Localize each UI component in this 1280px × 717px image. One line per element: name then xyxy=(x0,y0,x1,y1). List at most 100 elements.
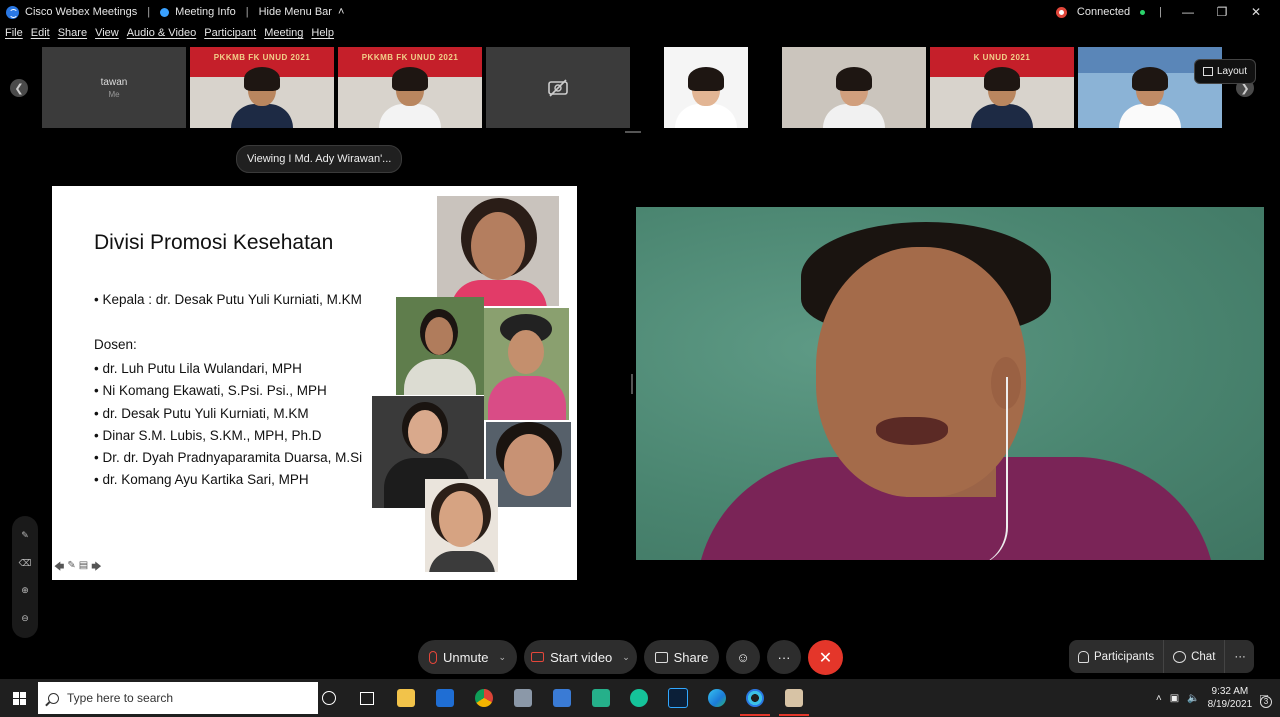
more-panels-button[interactable]: ··· xyxy=(1225,640,1255,673)
microphone-muted-icon xyxy=(428,650,437,664)
slide-lecturers-heading: Dosen: xyxy=(94,337,137,352)
windows-taskbar: Type here to search ˄ ▣ 🔈 9:32 AM 8/19/2… xyxy=(0,679,1280,717)
start-video-button[interactable]: Start video ⌄ xyxy=(524,640,637,674)
participant-figure xyxy=(379,67,441,128)
participant-video-tile[interactable]: PKKMB FK UNUD 2021 xyxy=(190,47,334,128)
earphone-cable xyxy=(936,377,1008,560)
taskbar-app-file-explorer[interactable] xyxy=(387,683,425,713)
task-view-icon xyxy=(360,691,374,705)
notifications-icon[interactable]: □3 xyxy=(1260,691,1272,708)
leave-meeting-button[interactable]: ✕ xyxy=(808,640,843,675)
annotate-icon[interactable]: ✎ xyxy=(21,530,29,541)
list-item: Ni Komang Ekawati, S.Psi. Psi., MPH xyxy=(94,380,362,402)
more-icon: ··· xyxy=(1234,650,1246,663)
taskbar-app-chrome[interactable] xyxy=(465,683,503,713)
lecturer-photo xyxy=(486,422,571,507)
lecturer-photo xyxy=(484,308,569,420)
reactions-button[interactable]: ☺ xyxy=(726,640,760,674)
participant-strip: tawan Me PKKMB FK UNUD 2021 PKKMB FK UNU… xyxy=(0,47,1280,129)
presentation-slide: Divisi Promosi Kesehatan • Kepala : dr. … xyxy=(52,186,577,580)
menu-help[interactable]: Help xyxy=(311,27,334,45)
menu-edit[interactable]: Edit xyxy=(31,27,50,45)
edge-icon xyxy=(708,689,726,707)
start-video-label: Start video xyxy=(550,649,613,665)
list-item: Dinar S.M. Lubis, S.KM., MPH, Ph.D xyxy=(94,425,362,447)
pane-resize-handle[interactable] xyxy=(631,374,633,394)
taskbar-app-grammarly[interactable] xyxy=(620,683,658,713)
task-view-button[interactable] xyxy=(348,683,386,713)
previous-slide-icon[interactable]: 🡄 xyxy=(54,560,64,577)
lecturer-photo xyxy=(437,196,559,306)
close-button[interactable]: ✕ xyxy=(1244,5,1268,19)
participant-video-tile[interactable] xyxy=(486,47,630,128)
taskbar-search-box[interactable]: Type here to search xyxy=(38,682,318,714)
pen-icon[interactable]: ✎ xyxy=(67,560,75,577)
zoom-out-icon[interactable]: ⊖ xyxy=(21,613,29,624)
taskbar-clock[interactable]: 9:32 AM 8/19/2021 xyxy=(1208,685,1253,711)
menu-file[interactable]: File xyxy=(5,27,23,45)
list-item: dr. Komang Ayu Kartika Sari, MPH xyxy=(94,469,362,491)
strip-resize-handle[interactable] xyxy=(625,131,641,133)
lecturer-list: dr. Luh Putu Lila Wulandari, MPH Ni Koma… xyxy=(94,358,362,492)
photoshop-icon xyxy=(668,688,688,708)
menu-share[interactable]: Share xyxy=(58,27,87,45)
participant-figure xyxy=(1119,67,1181,128)
chevron-down-icon[interactable]: ⌄ xyxy=(498,652,506,663)
menu-icon[interactable]: ▤ xyxy=(79,560,88,577)
menu-participant[interactable]: Participant xyxy=(204,27,256,45)
grammarly-icon xyxy=(630,689,648,707)
person-icon xyxy=(1078,650,1089,663)
mail-icon xyxy=(436,689,454,707)
taskbar-app-settings[interactable] xyxy=(504,683,542,713)
webex-logo-icon xyxy=(6,5,19,19)
taskbar-app-remote-desktop[interactable] xyxy=(543,683,581,713)
unmute-button[interactable]: Unmute ⌄ xyxy=(418,640,517,674)
taskbar-app-snipping[interactable] xyxy=(775,683,813,716)
zoom-in-icon[interactable]: ⊕ xyxy=(21,585,29,596)
start-button[interactable] xyxy=(0,679,38,717)
app-title: Cisco Webex Meetings xyxy=(25,6,138,18)
lecturer-photo xyxy=(425,479,498,572)
menu-view[interactable]: View xyxy=(95,27,119,45)
search-placeholder: Type here to search xyxy=(67,691,174,705)
taskbar-app-mail[interactable] xyxy=(426,683,464,713)
minimize-button[interactable]: — xyxy=(1176,5,1200,19)
cortana-button[interactable] xyxy=(310,683,348,713)
participant-video-tile[interactable]: K UNUD 2021 xyxy=(930,47,1074,128)
chevron-up-icon[interactable]: ˄ xyxy=(1156,693,1162,704)
participant-video-tile[interactable]: PKKMB FK UNUD 2021 xyxy=(338,47,482,128)
taskbar-app-photoshop[interactable] xyxy=(659,683,697,713)
taskbar-app-edge[interactable] xyxy=(698,683,736,713)
chat-button[interactable]: Chat xyxy=(1164,640,1226,673)
snipping-icon xyxy=(785,689,803,707)
next-slide-icon[interactable]: 🡆 xyxy=(91,560,101,577)
layout-icon xyxy=(1202,67,1213,76)
chevron-down-icon[interactable]: ⌄ xyxy=(622,652,630,663)
participant-video-tile[interactable] xyxy=(782,47,926,128)
eraser-icon[interactable]: ⌫ xyxy=(19,558,32,569)
volume-icon[interactable]: 🔈 xyxy=(1187,693,1199,704)
connection-status: Connected xyxy=(1076,6,1131,18)
chevron-up-icon[interactable]: ˄ xyxy=(338,6,344,18)
layout-button[interactable]: Layout xyxy=(1194,59,1256,84)
app-icon xyxy=(514,689,532,707)
meeting-info-button[interactable]: Meeting Info xyxy=(175,6,236,18)
active-speaker-video[interactable] xyxy=(636,207,1264,560)
network-icon[interactable]: ▣ xyxy=(1170,693,1179,704)
layout-label: Layout xyxy=(1216,66,1248,77)
more-options-button[interactable]: ··· xyxy=(767,640,801,674)
self-video-tile[interactable]: tawan Me xyxy=(42,47,186,128)
shared-content-area: Divisi Promosi Kesehatan • Kepala : dr. … xyxy=(0,186,629,638)
restore-button[interactable]: ❐ xyxy=(1210,5,1234,19)
slide-navigation: 🡄 ✎ ▤ 🡆 xyxy=(54,560,102,577)
participant-video-tile[interactable] xyxy=(634,47,778,128)
menu-audio-video[interactable]: Audio & Video xyxy=(127,27,197,45)
menu-meeting[interactable]: Meeting xyxy=(264,27,303,45)
participants-button[interactable]: Participants xyxy=(1069,640,1165,673)
share-button[interactable]: Share xyxy=(644,640,719,674)
strip-scroll-left-button[interactable]: ❮ xyxy=(10,79,28,97)
hide-menu-bar-button[interactable]: Hide Menu Bar xyxy=(259,6,332,18)
taskbar-app-webex[interactable] xyxy=(736,683,774,716)
list-item: Dr. dr. Dyah Pradnyaparamita Duarsa, M.S… xyxy=(94,447,362,469)
taskbar-app-media[interactable] xyxy=(582,683,620,713)
